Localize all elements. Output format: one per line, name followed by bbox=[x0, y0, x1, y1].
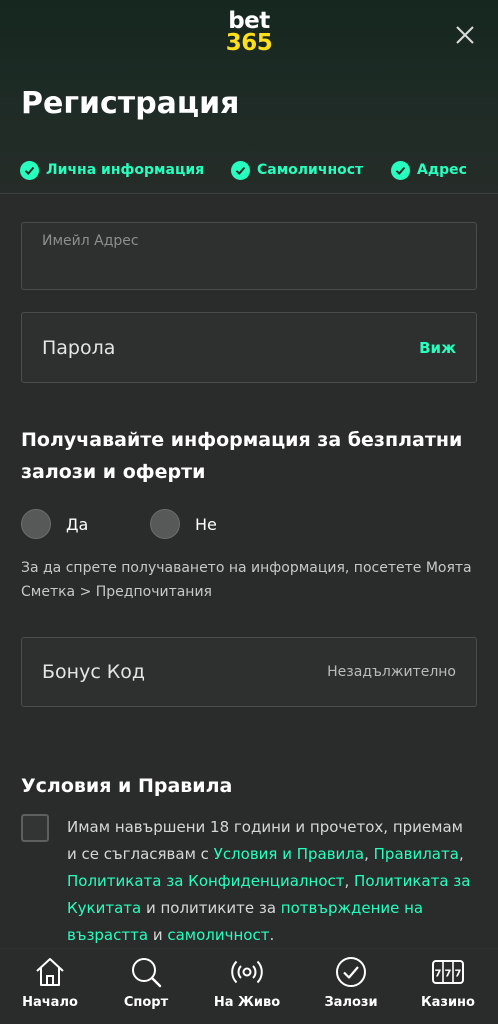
page-title: Регистрация bbox=[21, 86, 240, 121]
privacy-policy-link[interactable]: Политиката за Конфиденциалност bbox=[67, 872, 345, 890]
live-icon bbox=[231, 960, 263, 984]
nav-sport[interactable]: Спорт bbox=[106, 955, 186, 1021]
svg-text:7: 7 bbox=[435, 969, 442, 980]
radio-yes[interactable]: Да bbox=[21, 509, 88, 539]
terms-heading: Условия и Правила bbox=[21, 775, 233, 797]
marketing-heading: Получавайте информация за безплатни зало… bbox=[21, 429, 463, 483]
radio-circle[interactable] bbox=[150, 509, 180, 539]
check-icon bbox=[391, 160, 410, 180]
show-password-button[interactable]: Виж bbox=[419, 339, 456, 357]
svg-text:7: 7 bbox=[445, 969, 452, 980]
step-identity: Самоличност bbox=[231, 157, 363, 183]
bottom-navigation: Начало Спорт На Живо Залози 7 7 7 Казино bbox=[0, 948, 498, 1024]
radio-circle[interactable] bbox=[21, 509, 51, 539]
email-field[interactable]: Имейл Адрес bbox=[21, 222, 477, 290]
step-address: Адрес bbox=[391, 157, 467, 183]
password-field[interactable]: Парола Виж bbox=[21, 312, 477, 383]
header-divider bbox=[0, 193, 498, 194]
nav-bets[interactable]: Залози bbox=[311, 955, 391, 1021]
bets-icon bbox=[336, 957, 366, 987]
terms-checkbox[interactable] bbox=[21, 814, 49, 842]
svg-text:7: 7 bbox=[455, 969, 462, 980]
search-icon bbox=[132, 958, 162, 988]
terms-link[interactable]: Условия и Правила bbox=[214, 845, 364, 863]
check-icon bbox=[231, 160, 250, 180]
nav-casino[interactable]: 7 7 7 Казино bbox=[408, 955, 488, 1021]
password-placeholder: Парола bbox=[42, 336, 116, 359]
identity-link[interactable]: самоличност bbox=[167, 926, 269, 944]
check-icon bbox=[20, 160, 39, 180]
step-personal-info: Лична информация bbox=[20, 157, 204, 183]
home-icon bbox=[36, 958, 64, 986]
nav-home[interactable]: Начало bbox=[10, 955, 90, 1021]
casino-icon: 7 7 7 bbox=[432, 960, 464, 984]
bonus-code-placeholder: Бонус Код bbox=[42, 661, 146, 683]
close-button[interactable] bbox=[454, 24, 476, 46]
bonus-code-field[interactable]: Бонус Код Незадължително bbox=[21, 637, 477, 707]
optional-note: Незадължително bbox=[327, 664, 456, 680]
nav-live[interactable]: На Живо bbox=[207, 955, 287, 1021]
registration-steps: Лична информация Самоличност Адрес bbox=[20, 157, 480, 183]
marketing-info-text: За да спрете получаването на информация,… bbox=[21, 560, 472, 600]
bet365-logo: bet 365 bbox=[225, 8, 273, 56]
close-icon bbox=[456, 26, 474, 44]
terms-text: Имам навършени 18 години и прочетох, при… bbox=[67, 818, 471, 944]
radio-no[interactable]: Не bbox=[150, 509, 217, 539]
email-placeholder: Имейл Адрес bbox=[42, 233, 139, 249]
rules-link[interactable]: Правилата bbox=[374, 845, 459, 863]
